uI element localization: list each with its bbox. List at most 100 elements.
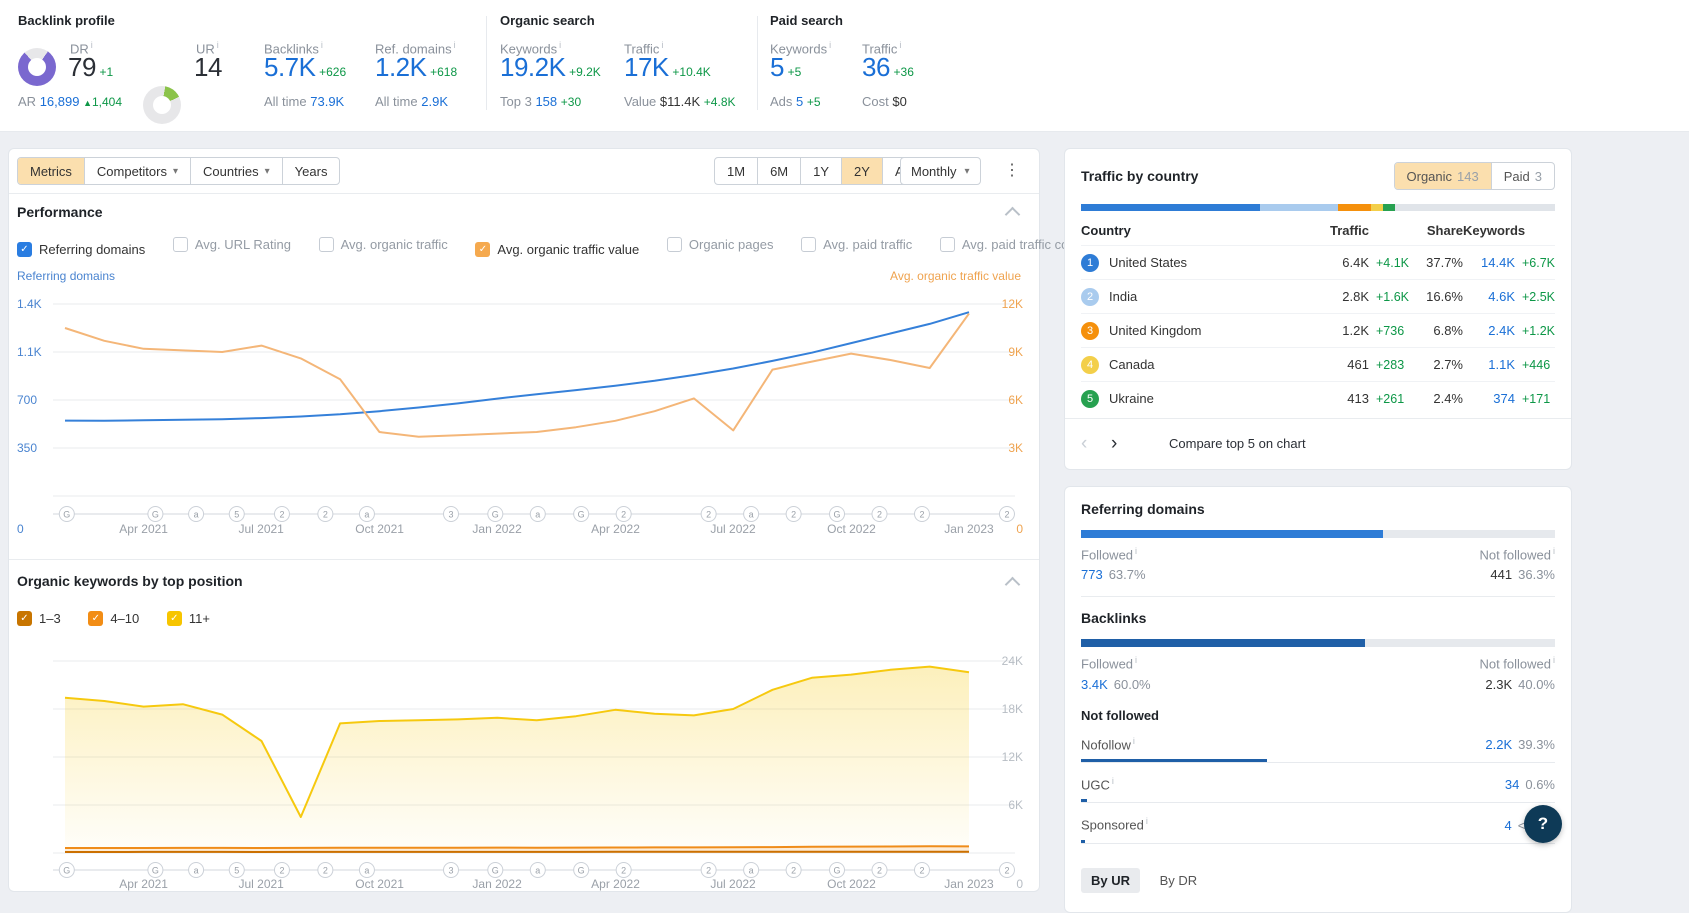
traffic-by-country-card: Traffic by country Organic143 Paid3 Coun… xyxy=(1064,148,1572,470)
rank-badge: 1 xyxy=(1081,254,1099,272)
info-icon[interactable]: i xyxy=(217,40,219,50)
svg-text:12K: 12K xyxy=(1002,750,1023,764)
range-1y[interactable]: 1Y xyxy=(800,158,841,184)
ref-domains-value-link[interactable]: 1.2K xyxy=(375,52,427,82)
checkbox-icon xyxy=(940,237,955,252)
svg-text:Oct 2021: Oct 2021 xyxy=(355,522,404,536)
svg-text:Jul 2022: Jul 2022 xyxy=(710,522,756,536)
checkbox-referring-domains[interactable]: ✓Referring domains xyxy=(17,242,145,257)
backlinks-bar xyxy=(1081,639,1555,647)
checkbox-pos-4-10[interactable]: ✓4–10 xyxy=(88,611,139,626)
view-filter-group: Metrics Competitors▾ Countries▾ Years xyxy=(17,157,340,185)
backlinks-title: Backlinks xyxy=(1081,610,1555,626)
range-2y[interactable]: 2Y xyxy=(841,158,882,184)
info-icon[interactable]: i xyxy=(559,40,561,50)
checkbox-organic-pages[interactable]: Organic pages xyxy=(667,237,774,252)
tab-countries[interactable]: Countries▾ xyxy=(190,158,282,184)
svg-text:12K: 12K xyxy=(1002,297,1023,311)
svg-text:5: 5 xyxy=(234,866,239,876)
svg-text:0: 0 xyxy=(17,522,24,536)
followed-values: 77363.7% xyxy=(1081,567,1146,582)
svg-text:2: 2 xyxy=(919,510,924,520)
checkbox-avg-paid-traffic[interactable]: Avg. paid traffic xyxy=(801,237,912,252)
kebab-menu-icon[interactable]: ⋮ xyxy=(1004,163,1020,179)
organic-keywords-value: 19.2K +9.2K xyxy=(500,52,601,83)
country-row-united-kingdom[interactable]: 3United Kingdom 1.2K +736 6.8% 2.4K +1.2… xyxy=(1081,313,1555,347)
nofollow-label: Nofollowi xyxy=(1081,736,1135,752)
ar-line: AR 16,899 ▲1,404 xyxy=(18,94,122,109)
ugc-row: UGCi 340.6% xyxy=(1081,776,1555,803)
info-icon[interactable]: i xyxy=(321,40,323,50)
checkbox-icon: ✓ xyxy=(167,611,182,626)
checkbox-icon xyxy=(667,237,682,252)
svg-text:3K: 3K xyxy=(1008,441,1023,455)
svg-text:G: G xyxy=(578,510,585,520)
svg-text:Jan 2022: Jan 2022 xyxy=(472,877,522,891)
checkbox-icon: ✓ xyxy=(17,242,32,257)
checkbox-avg-organic-traffic-value[interactable]: ✓Avg. organic traffic value xyxy=(475,242,639,257)
info-icon[interactable]: i xyxy=(91,40,93,50)
svg-text:G: G xyxy=(152,866,159,876)
nofollow-values: 2.2K39.3% xyxy=(1485,737,1555,752)
tab-years[interactable]: Years xyxy=(282,158,340,184)
svg-text:6K: 6K xyxy=(1008,798,1023,812)
info-icon[interactable]: i xyxy=(661,40,663,50)
checkbox-pos-1-3[interactable]: ✓1–3 xyxy=(17,611,61,626)
svg-text:6K: 6K xyxy=(1008,393,1023,407)
referring-domains-bar xyxy=(1081,530,1555,538)
granularity-select[interactable]: Monthly▾ xyxy=(900,157,981,185)
rank-badge: 3 xyxy=(1081,322,1099,340)
checkbox-avg-paid-traffic-cost[interactable]: Avg. paid traffic cost xyxy=(940,237,1079,252)
svg-text:1.1K: 1.1K xyxy=(17,345,42,359)
info-icon[interactable]: i xyxy=(899,40,901,50)
svg-text:a: a xyxy=(364,866,369,876)
help-button[interactable]: ? xyxy=(1524,805,1562,843)
ugc-values: 340.6% xyxy=(1505,777,1555,792)
svg-text:G: G xyxy=(492,866,499,876)
sponsored-label: Sponsoredi xyxy=(1081,816,1148,832)
info-icon[interactable]: i xyxy=(1135,546,1137,556)
info-icon[interactable]: i xyxy=(1553,546,1555,556)
checkbox-avg-url-rating[interactable]: Avg. URL Rating xyxy=(173,237,291,252)
country-share-bar xyxy=(1081,204,1555,211)
checkbox-pos-11plus[interactable]: ✓11+ xyxy=(167,611,210,626)
country-row-canada[interactable]: 4Canada 461 +283 2.7% 1.1K +446 xyxy=(1081,347,1555,381)
collapse-icon[interactable] xyxy=(1005,207,1021,223)
chevron-right-icon[interactable]: › xyxy=(1111,434,1141,453)
collapse-icon[interactable] xyxy=(1005,577,1021,593)
range-6m[interactable]: 6M xyxy=(757,158,800,184)
compare-top5-link[interactable]: Compare top 5 on chart xyxy=(1169,436,1306,451)
country-row-india[interactable]: 2India 2.8K +1.6K 16.6% 4.6K +2.5K xyxy=(1081,279,1555,313)
toggle-organic[interactable]: Organic143 xyxy=(1395,163,1491,189)
ar-value-link[interactable]: 16,899 xyxy=(40,94,80,109)
svg-text:a: a xyxy=(194,510,199,520)
ahrefs-dashboard: Backlink profile DRi 79 +1 AR 16,899 ▲1,… xyxy=(0,0,1689,913)
tab-competitors[interactable]: Competitors▾ xyxy=(84,158,190,184)
svg-text:G: G xyxy=(63,510,70,520)
ugc-label: UGCi xyxy=(1081,776,1114,792)
position-checkbox-row: ✓1–3 ✓4–10 ✓11+ xyxy=(17,609,234,626)
svg-text:350: 350 xyxy=(17,441,37,455)
ref-domains-value: 1.2K +618 xyxy=(375,52,457,83)
organic-paid-toggle: Organic143 Paid3 xyxy=(1394,162,1556,190)
info-icon[interactable]: i xyxy=(1135,655,1137,665)
tab-metrics[interactable]: Metrics xyxy=(18,158,84,184)
info-icon[interactable]: i xyxy=(1553,655,1555,665)
not-followed-values: 2.3K40.0% xyxy=(1485,677,1555,692)
info-icon[interactable]: i xyxy=(829,40,831,50)
toggle-paid[interactable]: Paid3 xyxy=(1491,163,1554,189)
info-icon[interactable]: i xyxy=(1112,776,1114,786)
tab-by-ur[interactable]: By UR xyxy=(1081,868,1140,893)
info-icon[interactable]: i xyxy=(1133,736,1135,746)
info-icon[interactable]: i xyxy=(454,40,456,50)
info-icon[interactable]: i xyxy=(1146,816,1148,826)
country-row-united-states[interactable]: 1United States 6.4K +4.1K 37.7% 14.4K +6… xyxy=(1081,245,1555,279)
range-1m[interactable]: 1M xyxy=(715,158,757,184)
rank-badge: 2 xyxy=(1081,288,1099,306)
tab-by-dr[interactable]: By DR xyxy=(1150,868,1208,893)
checkbox-avg-organic-traffic[interactable]: Avg. organic traffic xyxy=(319,237,448,252)
country-row-ukraine[interactable]: 5Ukraine 413 +261 2.4% 374 +171 xyxy=(1081,381,1555,415)
chevron-left-icon[interactable]: ‹ xyxy=(1081,434,1111,453)
dr-value: 79 +1 xyxy=(68,52,113,83)
backlinks-value-link[interactable]: 5.7K xyxy=(264,52,316,82)
